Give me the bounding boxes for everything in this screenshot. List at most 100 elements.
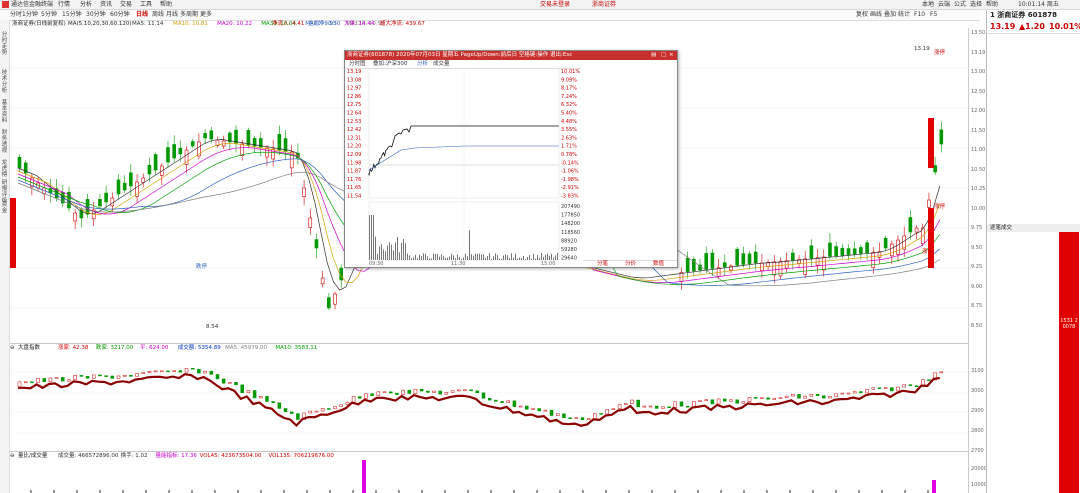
popup-close-icon[interactable]: × (669, 51, 674, 60)
tab-30min[interactable]: 30分钟 (86, 10, 106, 20)
block-trade-label: 1531 20078 (1060, 318, 1078, 330)
menu-item-news[interactable]: 资讯 (100, 0, 112, 9)
popup-volume-bar (421, 256, 422, 260)
index-candle (791, 394, 795, 397)
index-candle (209, 370, 214, 375)
menu-item-analysis[interactable]: 分析 (80, 0, 92, 9)
nav-lhb[interactable]: 龙虎榜 (0, 160, 9, 178)
adjust-button[interactable]: 复权 (856, 10, 868, 20)
tick-list-row (987, 232, 1057, 239)
popup-volume-bar (373, 215, 374, 260)
price-axis-label: 11.00 (971, 147, 986, 153)
index-value-3: 成交额: 5354.89 (177, 345, 221, 351)
nav-research[interactable]: 研报评级 (0, 180, 9, 204)
popup-foot-price[interactable]: 分价 (625, 261, 636, 268)
tick-list-title: 逐笔成交 (990, 225, 1013, 231)
popup-volume-bar (459, 256, 460, 260)
menu-item-help[interactable]: 帮助 (160, 0, 172, 9)
overlay-button[interactable]: 叠加 (884, 10, 896, 20)
nav-profile[interactable]: 基本资料 (0, 100, 9, 124)
local-button[interactable]: 本地 (922, 0, 934, 9)
popup-volume-bar (455, 258, 456, 260)
index-candle (778, 397, 783, 399)
popup-intraday-chart[interactable]: 13.19 13.08 12.97 12.86 12.75 12.64 12.53 12.42… (345, 68, 581, 265)
tick-list-row (987, 339, 1057, 346)
stats-button[interactable]: 统计 (898, 10, 910, 20)
tab-60min[interactable]: 60分钟 (110, 10, 130, 20)
index-candle (36, 378, 40, 383)
volume-collapse-icon[interactable]: ⊖ (10, 452, 15, 460)
nav-finance[interactable]: 财务透视 (0, 130, 9, 154)
select-button[interactable]: 选择 (970, 0, 982, 9)
popup-title-bar[interactable]: 浙商证券(601878) 2020年07月03日 星期五 PageUp/Down… (345, 51, 677, 60)
tab-15min[interactable]: 15分钟 (62, 10, 82, 20)
index-candle (797, 394, 801, 399)
menu-item-trade[interactable]: 交易 (120, 0, 132, 9)
index-candle (834, 393, 838, 397)
index-candle (865, 389, 869, 394)
history-intraday-popup[interactable]: 浙商证券(601878) 2020年07月03日 星期五 PageUp/Down… (344, 50, 678, 268)
popup-volume-bar (489, 253, 490, 260)
tick-list[interactable]: 1531 20078 (987, 232, 1080, 493)
popup-restore-icon[interactable]: □ (661, 51, 666, 60)
draw-button[interactable]: 画线 (870, 10, 882, 20)
tab-weekly[interactable]: 周线 (152, 10, 164, 20)
tick-list-row (987, 296, 1057, 303)
kline-candle (890, 243, 894, 257)
cloud-button[interactable]: 云端 (938, 0, 950, 9)
tab-more[interactable]: 更多 (200, 10, 212, 20)
popup-volume-bar (393, 250, 394, 260)
tab-1min[interactable]: 1分钟 (22, 10, 38, 20)
popup-foot-tick[interactable]: 分笔 (597, 261, 608, 268)
trade-login-link[interactable]: 交易未登录 (540, 0, 570, 9)
help-button[interactable]: 帮助 (986, 0, 998, 9)
popup-volume-bar (531, 258, 532, 260)
popup-tab-overlay[interactable]: 叠加:沪深300 (373, 60, 407, 68)
menu-item-quote[interactable]: 行情 (58, 0, 70, 9)
popup-foot-value[interactable]: 数值 (653, 261, 664, 268)
menu-item-tools[interactable]: 工具 (140, 0, 152, 9)
index-collapse-icon[interactable]: ⊖ (10, 344, 15, 352)
popup-volume-bar (529, 254, 530, 260)
index-chart[interactable] (10, 352, 968, 452)
formula-button[interactable]: 公式 (954, 0, 966, 9)
index-candle (753, 397, 758, 399)
tab-intraday[interactable]: 分时 (10, 10, 22, 20)
buy-volume-bar (1059, 232, 1079, 493)
tick-list-row (987, 360, 1057, 367)
popup-volume-bar (389, 242, 390, 260)
index-candle (586, 418, 591, 420)
popup-footer: 分笔 分价 数值 (583, 260, 677, 268)
popup-tab-intraday[interactable]: 分时图 (349, 60, 366, 68)
ma-legend: 浙商证券(日线前复权) MA(5,10,20,30,60,120) MA5: 1… (10, 20, 970, 28)
broker-link[interactable]: 浙商证券 (592, 0, 616, 9)
popup-volume-bar (547, 253, 548, 260)
volume-chart[interactable] (10, 460, 968, 493)
index-candle (846, 392, 851, 395)
nav-funds[interactable]: 资金 (0, 202, 9, 214)
popup-tab-analysis[interactable]: 分析 (417, 60, 428, 68)
ma-params[interactable]: MA(5,10,20,30,60,120) (68, 20, 132, 28)
nav-intraday[interactable]: 分时走势 (0, 32, 9, 56)
kline-candle (203, 133, 207, 139)
f10-button[interactable]: F10 (914, 10, 925, 20)
f5-button[interactable]: F5 (930, 10, 937, 20)
popup-tab-volume[interactable]: 成交量 (433, 60, 450, 68)
tab-monthly[interactable]: 月线 (166, 10, 178, 20)
index-candle (902, 384, 906, 388)
popup-volume-bar (439, 256, 440, 260)
popup-pct-label: 1.71% (561, 144, 577, 150)
index-candle (525, 405, 529, 410)
nav-technical[interactable]: 技术分析 (0, 70, 9, 94)
index-candle (654, 405, 659, 409)
tab-daily[interactable]: 日线 (136, 10, 148, 20)
popup-price-label: 13.19 (347, 69, 361, 75)
kline-candle (240, 143, 245, 156)
popup-menu-icon[interactable]: ▤ (651, 51, 656, 60)
tab-5min[interactable]: 5分钟 (41, 10, 57, 20)
index-candle (580, 417, 585, 420)
popup-volume-bar (541, 253, 542, 260)
popup-pct-label: -1.06% (561, 169, 579, 175)
tab-multi-period[interactable]: 多周期 (180, 10, 198, 20)
popup-volume-bar (425, 253, 426, 260)
